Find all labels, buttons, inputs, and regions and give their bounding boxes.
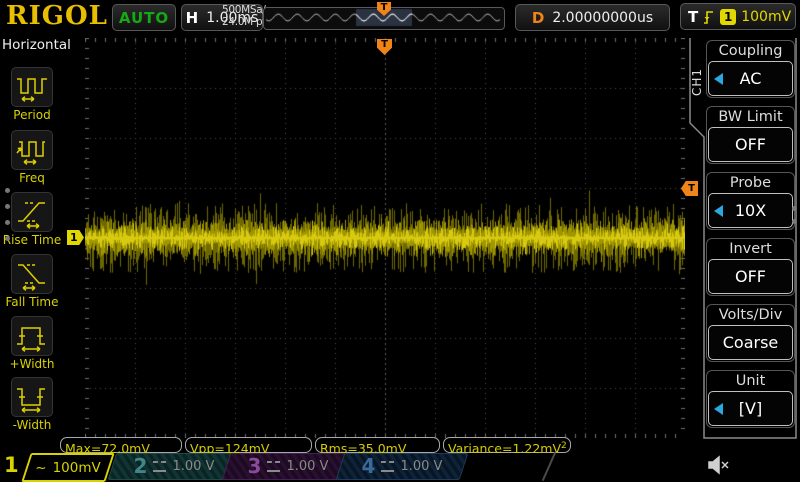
menu-page-dot [5, 220, 10, 225]
menu-item-fall-time[interactable]: Fall Time [0, 254, 64, 309]
menu-page-dot [5, 204, 10, 209]
menu-item-coupling[interactable]: Coupling AC [706, 40, 795, 98]
menu-item-volts-div[interactable]: Volts/Div Coarse [706, 304, 795, 362]
delay-value: 2.00000000us [552, 10, 653, 26]
volts-div-title: Volts/Div [708, 306, 793, 325]
invert-title: Invert [708, 240, 793, 259]
channel3-number: 3 [248, 454, 262, 479]
menu-item-unit[interactable]: Unit [V] [706, 370, 795, 428]
menu-page-dot [5, 236, 10, 241]
channel2-scale: 1.00 V [172, 459, 214, 474]
trigger-position-label: T [381, 39, 388, 50]
menu-page-dot [792, 206, 797, 211]
coupling-title: Coupling [708, 42, 793, 61]
rigol-logo: RIGOL [6, 1, 108, 31]
menu-item-period[interactable]: Period [0, 67, 64, 122]
volts-div-value: Coarse [723, 333, 779, 352]
option-arrow-icon [714, 205, 723, 217]
channel3-scale: 1.00 V [286, 459, 328, 474]
bottom-bar-divider [542, 452, 556, 481]
oscilloscope-screen: { "top_bar": { "brand": "RIGOL", "run_st… [0, 0, 800, 480]
trigger-label: T [688, 8, 698, 26]
plus-width-icon [11, 316, 53, 356]
trigger-position-topbar-label: T [381, 2, 388, 13]
delay-label: D [532, 9, 544, 27]
channel1-status[interactable]: ~ 100mV [21, 453, 114, 482]
measurement-vpp: Vpp=124mV [185, 437, 312, 453]
period-icon [11, 67, 53, 107]
delay-button[interactable]: D 2.00000000us [515, 4, 670, 31]
dc-coupling-icon [153, 461, 166, 472]
channel1-scale: 100mV [53, 460, 101, 476]
volts-div-value-box[interactable]: Coarse [708, 325, 793, 360]
coupling-value: AC [740, 69, 762, 88]
rise-time-icon [11, 192, 53, 232]
plus-width-label: +Width [0, 358, 64, 371]
freq-icon [11, 130, 53, 170]
menu-page-dot [792, 219, 797, 224]
menu-page-dot [5, 188, 10, 193]
channel4-scale: 1.00 V [400, 459, 442, 474]
measurement-variance: Variance=1.22mV2 [443, 437, 571, 453]
dc-coupling-icon [267, 461, 280, 472]
bw-limit-value: OFF [735, 135, 766, 154]
menu-item-probe[interactable]: Probe 10X [706, 172, 795, 230]
sample-rate: 500MSa/s [222, 4, 266, 16]
option-arrow-icon [714, 73, 723, 85]
trigger-source-badge: 1 [720, 9, 736, 25]
measurement-max: Max=72.0mV [60, 437, 182, 453]
unit-value-box[interactable]: [V] [708, 391, 793, 426]
menu-item-freq[interactable]: Freq [0, 130, 64, 185]
channel1-coupling-symbol: ~ [35, 460, 46, 476]
probe-value-box[interactable]: 10X [708, 193, 793, 228]
rise-time-label: Rise Time [0, 234, 64, 247]
invert-value: OFF [735, 267, 766, 286]
channel1-level-marker[interactable]: 1 [67, 230, 84, 245]
left-menu-title: Horizontal [2, 37, 71, 53]
run-status-button[interactable]: AUTO [112, 4, 176, 31]
channel1-number[interactable]: 1 [4, 452, 19, 478]
probe-title: Probe [708, 174, 793, 193]
right-menu-tab-ch1: CH1 [690, 56, 705, 108]
dc-coupling-icon [381, 461, 394, 472]
measurement-rms: Rms=35.0mV [315, 437, 440, 453]
period-label: Period [0, 109, 64, 122]
unit-value: [V] [739, 399, 762, 418]
fall-time-icon [11, 254, 53, 294]
minus-width-label: -Width [0, 419, 64, 432]
channel3-status[interactable]: 3 1.00 V [222, 453, 355, 480]
trigger-status-button[interactable]: T 1 100mV [680, 3, 796, 30]
channel2-number: 2 [134, 454, 148, 479]
fall-time-label: Fall Time [0, 296, 64, 309]
freq-label: Freq [0, 172, 64, 185]
coupling-value-box[interactable]: AC [708, 61, 793, 96]
rising-edge-icon [703, 8, 715, 25]
bw-limit-value-box[interactable]: OFF [708, 127, 793, 162]
menu-item-plus-width[interactable]: +Width [0, 316, 64, 371]
menu-item-minus-width[interactable]: -Width [0, 377, 64, 432]
memory-depth: 24.0M pts [222, 16, 266, 28]
menu-item-invert[interactable]: Invert OFF [706, 238, 795, 296]
channel2-status[interactable]: 2 1.00 V [108, 453, 241, 480]
speaker-muted-icon[interactable] [706, 453, 734, 477]
unit-title: Unit [708, 372, 793, 391]
channel4-status[interactable]: 4 1.00 V [336, 453, 469, 480]
minus-width-icon [11, 377, 53, 417]
horizontal-label: H [186, 9, 199, 27]
probe-value: 10X [735, 201, 766, 220]
acquisition-info: 500MSa/s 24.0M pts [222, 4, 266, 28]
bw-limit-title: BW Limit [708, 108, 793, 127]
invert-value-box[interactable]: OFF [708, 259, 793, 294]
channel4-number: 4 [362, 454, 376, 479]
menu-item-bw-limit[interactable]: BW Limit OFF [706, 106, 795, 164]
channel1-marker-label: 1 [70, 231, 78, 244]
trigger-level-value: 100mV [741, 9, 791, 25]
option-arrow-icon [714, 403, 723, 415]
waveform-display-grid [85, 38, 685, 438]
